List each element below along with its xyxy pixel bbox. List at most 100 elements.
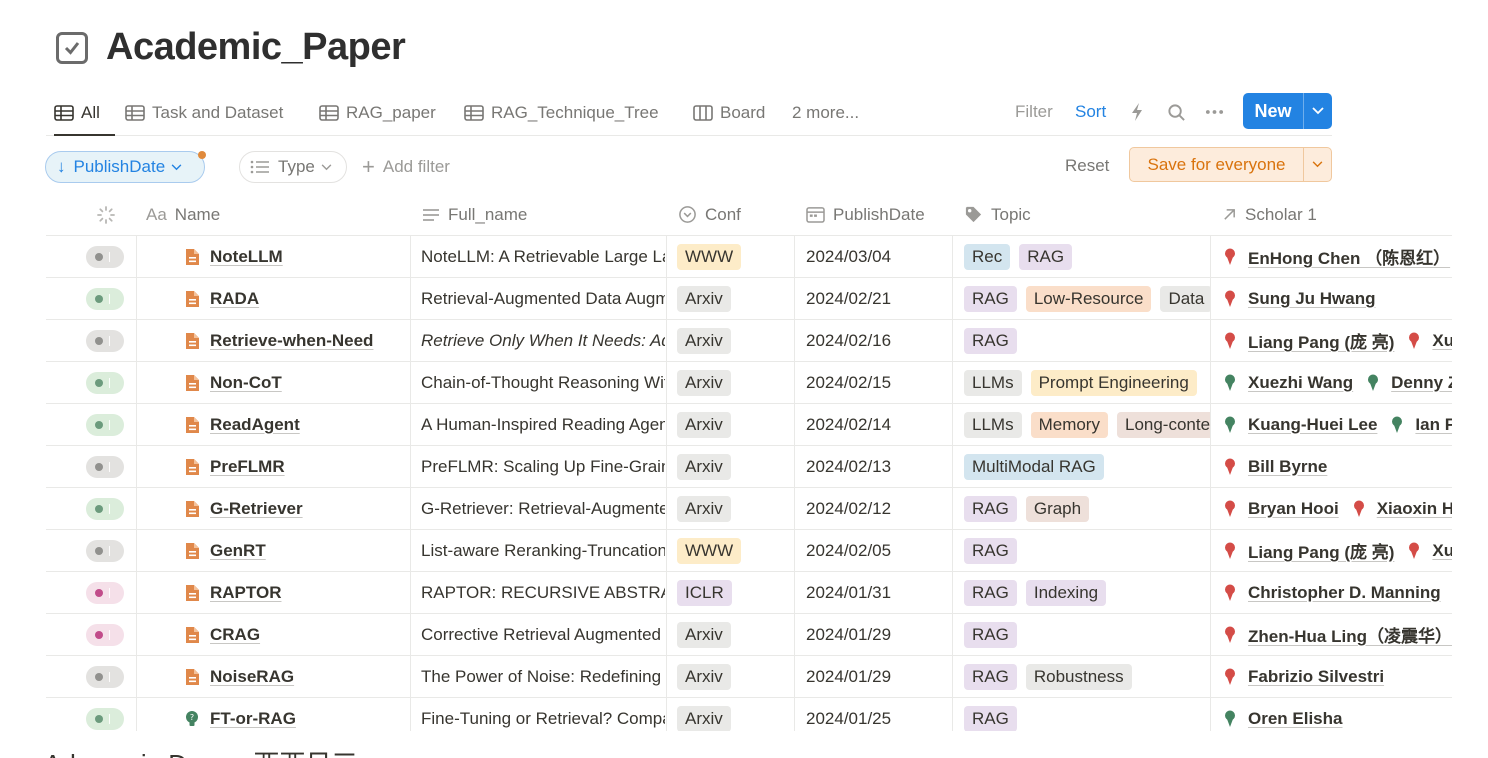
paper-name[interactable]: ReadAgent <box>210 415 300 435</box>
name-cell[interactable]: RAPTOR <box>184 572 406 613</box>
scholar-cell[interactable]: Xuezhi Wang Denny Zhou <box>1224 362 1452 403</box>
status-toggle[interactable] <box>86 413 124 436</box>
scholar-link[interactable]: Denny Zhou <box>1367 373 1452 393</box>
name-column-header[interactable]: Aa Name <box>146 194 220 235</box>
tab-task-and-dataset[interactable]: Task and Dataset <box>125 90 283 136</box>
conf-cell[interactable]: Arxiv <box>677 446 793 487</box>
table-row[interactable]: Non-CoT Chain-of-Thought Reasoning Withou… <box>46 362 1452 404</box>
topic-cell[interactable]: RAG Robustness <box>964 656 1210 697</box>
scholar-cell[interactable]: Sung Ju Hwang <box>1224 278 1452 319</box>
scholar-cell[interactable]: Bryan Hooi Xiaoxin He <box>1224 488 1452 529</box>
table-row[interactable]: G-Retriever G-Retriever: Retrieval-Augmen… <box>46 488 1452 530</box>
topic-cell[interactable]: Rec RAG <box>964 236 1210 277</box>
conf-column-header[interactable]: Conf <box>678 194 741 235</box>
status-toggle[interactable] <box>86 665 124 688</box>
name-cell[interactable]: NoteLLM <box>184 236 406 277</box>
conf-cell[interactable]: Arxiv <box>677 488 793 529</box>
status-cell[interactable] <box>86 446 136 487</box>
tab-rag-paper[interactable]: RAG_paper <box>319 90 436 136</box>
publishdate-cell[interactable]: 2024/02/12 <box>806 488 952 529</box>
scholar-cell[interactable]: Kuang-Huei Lee Ian Fischer <box>1224 404 1452 445</box>
paper-name[interactable]: PreFLMR <box>210 457 285 477</box>
lightning-icon[interactable] <box>1130 90 1144 134</box>
scholar-link[interactable]: Oren Elisha <box>1224 709 1342 729</box>
status-cell[interactable] <box>86 404 136 445</box>
status-toggle[interactable] <box>86 581 124 604</box>
conf-cell[interactable]: Arxiv <box>677 698 793 731</box>
table-row[interactable]: ReadAgent A Human-Inspired Reading Agent A… <box>46 404 1452 446</box>
paper-name[interactable]: GenRT <box>210 541 266 561</box>
sort-button[interactable]: Sort <box>1075 90 1106 134</box>
status-cell[interactable] <box>86 614 136 655</box>
table-row[interactable]: ? FT-or-RAG Fine-Tuning or Retrieval? Comp… <box>46 698 1452 731</box>
topic-cell[interactable]: RAG Graph <box>964 488 1210 529</box>
scholar-link[interactable]: EnHong Chen （陈恩红） <box>1224 244 1450 269</box>
publishdate-cell[interactable]: 2024/01/29 <box>806 656 952 697</box>
status-toggle[interactable] <box>86 623 124 646</box>
scholar-link[interactable]: Bryan Hooi <box>1224 499 1339 519</box>
status-cell[interactable] <box>86 530 136 571</box>
conf-cell[interactable]: Arxiv <box>677 320 793 361</box>
publishdate-cell[interactable]: 2024/03/04 <box>806 236 952 277</box>
status-toggle[interactable] <box>86 371 124 394</box>
paper-name[interactable]: Retrieve-when-Need <box>210 331 373 351</box>
scholar-link[interactable]: Fabrizio Silvestri <box>1224 667 1384 687</box>
tab-board[interactable]: Board <box>693 90 765 136</box>
status-cell[interactable] <box>86 362 136 403</box>
type-filter-pill[interactable]: Type <box>239 151 347 183</box>
topic-cell[interactable]: RAG Low-Resource Data <box>964 278 1210 319</box>
scholar-link[interactable]: Kuang-Huei Lee <box>1224 415 1377 435</box>
sort-pill-publishdate[interactable]: ↓ PublishDate <box>45 151 205 183</box>
conf-cell[interactable]: ICLR <box>677 572 793 613</box>
paper-name[interactable]: RAPTOR <box>210 583 281 603</box>
chevron-down-icon[interactable] <box>1304 107 1332 115</box>
topic-cell[interactable]: RAG <box>964 530 1210 571</box>
table-row[interactable]: CRAG Corrective Retrieval Augmented Gener… <box>46 614 1452 656</box>
publishdate-cell[interactable]: 2024/02/21 <box>806 278 952 319</box>
scholar-cell[interactable]: Christopher D. Manning <box>1224 572 1452 613</box>
table-row[interactable]: NoiseRAG The Power of Noise: Redefining R… <box>46 656 1452 698</box>
scholar-link[interactable]: Xueqi <box>1408 541 1452 561</box>
name-cell[interactable]: PreFLMR <box>184 446 406 487</box>
publishdate-cell[interactable]: 2024/02/14 <box>806 404 952 445</box>
publishdate-cell[interactable]: 2024/02/16 <box>806 320 952 361</box>
more-views-button[interactable]: 2 more... <box>792 90 859 136</box>
paper-name[interactable]: RADA <box>210 289 259 309</box>
conf-cell[interactable]: WWW <box>677 530 793 571</box>
full-name-column-header[interactable]: Full_name <box>422 194 527 235</box>
status-cell[interactable] <box>86 320 136 361</box>
table-row[interactable]: PreFLMR PreFLMR: Scaling Up Fine-Grained … <box>46 446 1452 488</box>
topic-cell[interactable]: RAG <box>964 698 1210 731</box>
paper-name[interactable]: NoteLLM <box>210 247 283 267</box>
topic-cell[interactable]: RAG <box>964 320 1210 361</box>
topic-cell[interactable]: RAG Indexing <box>964 572 1210 613</box>
paper-name[interactable]: CRAG <box>210 625 260 645</box>
status-toggle[interactable] <box>86 497 124 520</box>
status-cell[interactable] <box>86 488 136 529</box>
chevron-down-icon[interactable] <box>1304 161 1331 168</box>
name-cell[interactable]: GenRT <box>184 530 406 571</box>
status-column-header[interactable] <box>96 194 124 235</box>
scholar-cell[interactable]: Fabrizio Silvestri <box>1224 656 1452 697</box>
topic-column-header[interactable]: Topic <box>964 194 1031 235</box>
scholar-link[interactable]: Liang Pang (庞 亮) <box>1224 328 1394 353</box>
status-cell[interactable] <box>86 572 136 613</box>
status-cell[interactable] <box>86 236 136 277</box>
name-cell[interactable]: RADA <box>184 278 406 319</box>
more-options-icon[interactable] <box>1205 90 1224 134</box>
publishdate-cell[interactable]: 2024/02/15 <box>806 362 952 403</box>
name-cell[interactable]: CRAG <box>184 614 406 655</box>
conf-cell[interactable]: Arxiv <box>677 614 793 655</box>
paper-name[interactable]: NoiseRAG <box>210 667 294 687</box>
scholar-link[interactable]: Xuezhi Wang <box>1224 373 1353 393</box>
table-row[interactable]: NoteLLM NoteLLM: A Retrievable Large Lang… <box>46 236 1452 278</box>
search-icon[interactable] <box>1167 90 1186 134</box>
conf-cell[interactable]: Arxiv <box>677 656 793 697</box>
tab-rag-technique-tree[interactable]: RAG_Technique_Tree <box>464 90 659 136</box>
topic-cell[interactable]: LLMs Memory Long-context <box>964 404 1210 445</box>
new-button[interactable]: New <box>1243 93 1332 129</box>
name-cell[interactable]: NoiseRAG <box>184 656 406 697</box>
table-row[interactable]: RAPTOR RAPTOR: RECURSIVE ABSTRACTIVE PROC… <box>46 572 1452 614</box>
scholar-cell[interactable]: Liang Pang (庞 亮) Xueqi <box>1224 320 1452 361</box>
filter-button[interactable]: Filter <box>1015 90 1053 134</box>
